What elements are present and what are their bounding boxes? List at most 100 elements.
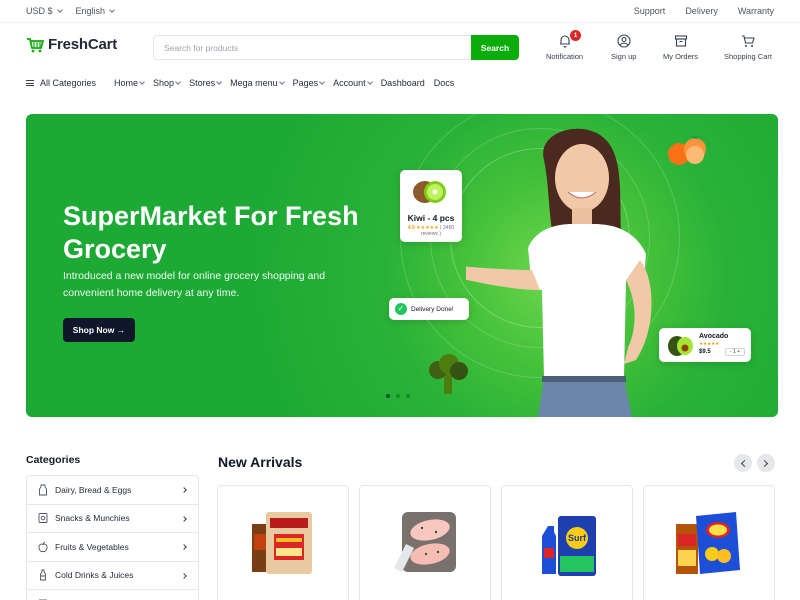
chevron-down-icon	[366, 78, 373, 85]
search-input[interactable]	[154, 36, 472, 59]
carousel-prev-button[interactable]	[734, 454, 752, 472]
logo[interactable]: FreshCart	[26, 36, 117, 53]
nav-home[interactable]: Home	[114, 78, 145, 88]
avocado-product-card[interactable]: Avocado ★★★★★ $9.5 - 1 +	[659, 328, 751, 362]
notification-button[interactable]: 1 Notification	[546, 30, 584, 61]
nav-label: Shop	[153, 78, 175, 88]
chevron-down-icon	[216, 78, 222, 85]
svg-text:Surf: Surf	[568, 533, 587, 543]
category-item[interactable]: Dairy, Bread & Eggs	[27, 476, 198, 505]
atta-flour-bag-image	[252, 512, 312, 574]
delivery-label: Delivery Done!	[411, 305, 454, 313]
hero-subtitle: Introduced a new model for online grocer…	[63, 270, 326, 299]
language-dropdown[interactable]: English	[76, 6, 115, 16]
nav-stores[interactable]: Stores	[189, 78, 222, 88]
sign-up-label: Sign up	[611, 52, 637, 61]
bottle-icon	[40, 569, 46, 581]
carousel-dot-3[interactable]	[406, 394, 410, 398]
chevron-down-icon	[319, 78, 325, 85]
chevron-down-icon	[139, 78, 145, 85]
currency-dropdown[interactable]: USD $	[26, 6, 63, 16]
chevron-left-icon	[740, 459, 748, 467]
categories-heading: Categories	[26, 454, 81, 466]
my-orders-button[interactable]: My Orders	[663, 34, 698, 61]
category-item[interactable]	[27, 590, 198, 600]
shop-now-button[interactable]: Shop Now →	[63, 318, 135, 342]
chevron-right-icon	[181, 544, 187, 550]
nav-label: Docs	[433, 78, 455, 88]
check-icon: ✓	[395, 303, 407, 315]
nav-label: Account	[333, 78, 366, 88]
apple-icon	[38, 541, 48, 552]
shopping-cart-label: Shopping Cart	[724, 52, 772, 61]
nav-label: Home	[114, 78, 139, 88]
logo-text: FreshCart	[48, 36, 118, 53]
chevron-down-icon	[109, 6, 115, 13]
avocado-price: $9.5	[699, 349, 711, 355]
category-item[interactable]: Snacks & Munchies	[27, 505, 198, 533]
warranty-link[interactable]: Warranty	[738, 6, 774, 16]
nav-docs[interactable]: Docs	[434, 78, 455, 88]
cart-icon	[741, 35, 755, 47]
detergent-image: Surf	[542, 516, 596, 576]
language-label: English	[75, 6, 106, 16]
delivery-done-badge: ✓ Delivery Done!	[389, 298, 469, 320]
broccoli-image	[429, 354, 468, 394]
carousel-dots	[386, 394, 410, 398]
nav-account[interactable]: Account	[333, 78, 373, 88]
quantity-stepper[interactable]: - 1 +	[725, 348, 745, 356]
hero-banner: SuperMarket For Fresh Grocery Introduced…	[26, 114, 778, 417]
shopping-cart-button[interactable]: Shopping Cart	[724, 34, 772, 61]
chevron-down-icon	[56, 6, 63, 13]
nav-mega-menu[interactable]: Mega menu	[230, 78, 285, 88]
category-label: Cold Drinks & Juices	[55, 570, 134, 581]
menu-icon	[26, 79, 34, 88]
nav-label: Mega menu	[230, 78, 278, 88]
kiwi-product-card[interactable]: Kiwi - 4 pcs 4.9 ★★★★★ ( 2450 reviews )	[400, 170, 462, 242]
notification-badge: 1	[570, 30, 581, 41]
category-label: Dairy, Bread & Eggs	[55, 484, 132, 495]
box-icon	[674, 35, 687, 47]
chips-noodles-image	[676, 512, 740, 574]
notification-label: Notification	[546, 52, 584, 61]
divider	[0, 22, 800, 23]
chevron-right-icon	[181, 572, 187, 579]
avocado-title: Avocado	[699, 333, 729, 340]
nav-pages[interactable]: Pages	[293, 78, 325, 88]
carousel-dot-1[interactable]	[386, 394, 390, 398]
nav-shop[interactable]: Shop	[153, 78, 181, 88]
chevron-right-icon	[760, 459, 769, 467]
category-item[interactable]: Fruits & Vegetables	[27, 533, 198, 562]
currency-label: USD $	[26, 6, 53, 16]
category-label: Fruits & Vegetables	[55, 541, 129, 552]
kiwi-image	[413, 181, 446, 203]
rating-value: 4.9	[407, 225, 415, 231]
oranges-image	[668, 135, 706, 165]
nav-dashboard[interactable]: Dashboard	[381, 78, 425, 88]
user-icon	[617, 34, 631, 48]
top-utility-bar: USD $ English Support Delivery Warranty	[0, 0, 800, 22]
product-card[interactable]	[217, 485, 349, 600]
main-nav: All Categories Home Shop Stores Mega men…	[26, 78, 463, 88]
categories-list: Dairy, Bread & Eggs Snacks & Munchies Fr…	[26, 475, 199, 600]
category-item[interactable]: Cold Drinks & Juices	[27, 562, 198, 590]
chevron-right-icon	[181, 515, 187, 522]
all-categories-label: All Categories	[40, 78, 97, 88]
product-card[interactable]	[643, 485, 775, 600]
product-card[interactable]	[359, 485, 491, 600]
product-card[interactable]: Surf	[501, 485, 633, 600]
chevron-down-icon	[278, 78, 285, 85]
cart-logo-icon	[27, 37, 44, 52]
star-icons: ★★★★★	[699, 341, 720, 346]
all-categories-button[interactable]: All Categories	[26, 78, 96, 88]
delivery-link[interactable]: Delivery	[685, 6, 718, 16]
search-bar: Search	[153, 35, 519, 60]
sign-up-button[interactable]: Sign up	[611, 34, 636, 61]
chevron-down-icon	[175, 78, 181, 85]
carousel-dot-2[interactable]	[396, 394, 400, 398]
carousel-next-button[interactable]	[757, 454, 775, 472]
milk-icon	[39, 484, 47, 496]
support-link[interactable]: Support	[634, 6, 666, 16]
search-button[interactable]: Search	[471, 35, 519, 60]
chevron-right-icon	[181, 487, 187, 493]
